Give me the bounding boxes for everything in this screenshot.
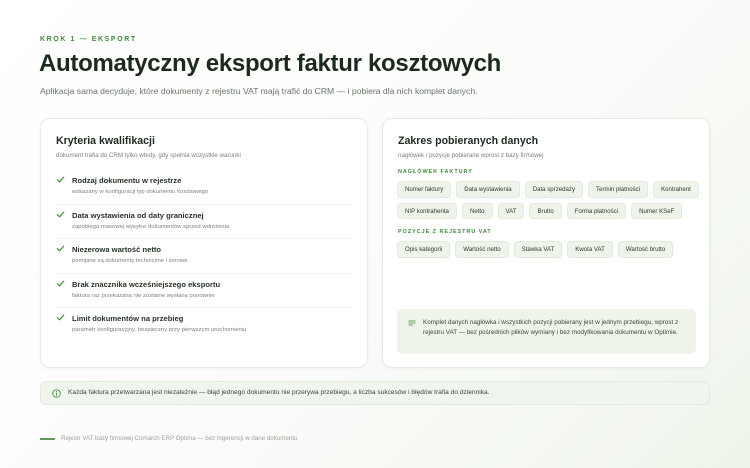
criteria-label: Data wystawienia od daty granicznej	[72, 210, 204, 220]
criteria-label: Rodzaj dokumentu w rejestrze	[72, 176, 182, 185]
field-chip: Numer faktury	[397, 181, 452, 198]
criteria-list: Rodzaj dokumentu w rejestrze wskazany w …	[56, 170, 353, 343]
criteria-item: Niezerowa wartość netto pomijane są doku…	[56, 239, 353, 274]
field-chip: Data wystawienia	[456, 181, 520, 198]
field-chip: Brutto	[529, 202, 562, 219]
data-scope-card-subtitle: nagłówek i pozycje pobierane wprost z ba…	[398, 152, 544, 159]
field-chip: Wartość brutto	[617, 241, 674, 258]
footer-text: Rejestr VAT bazy firmowej Comarch ERP Op…	[61, 435, 298, 442]
criteria-label: Niezerowa wartość netto	[72, 245, 162, 254]
field-chip: Numer KSeF	[631, 202, 683, 219]
criteria-item: Limit dokumentów na przebieg parametr ko…	[56, 308, 353, 343]
check-icon	[56, 314, 65, 321]
page-subtitle: Aplikacja sama decyduje, które dokumenty…	[40, 86, 478, 96]
criteria-desc: faktura raz przekazana nie zostanie wysł…	[72, 292, 215, 299]
field-chip: Netto	[461, 202, 493, 219]
footer-accent-line	[40, 438, 55, 440]
data-scope-card: Zakres pobieranych danych nagłówek i poz…	[382, 118, 710, 368]
criteria-card: Kryteria kwalifikacji dokument trafia do…	[40, 118, 368, 368]
info-note: Komplet danych nagłówka i wszystkich poz…	[397, 309, 696, 354]
field-chip: Stawka VAT	[513, 241, 563, 258]
check-icon	[56, 280, 65, 286]
criteria-label: Limit dokumentów na przebieg	[72, 314, 184, 323]
field-chip: Wartość netto	[455, 241, 509, 258]
field-chip: NIP kontrahenta	[397, 202, 457, 219]
text-lines-icon	[408, 320, 416, 326]
header-fields: Numer faktury Data wystawienia Data sprz…	[397, 181, 702, 219]
field-chip: Opis kategorii	[397, 241, 451, 258]
data-scope-card-title: Zakres pobieranych danych	[398, 135, 539, 147]
criteria-desc: wskazany w konfiguracji typ dokumentu ko…	[72, 189, 209, 195]
criteria-card-subtitle: dokument trafia do CRM tylko wtedy, gdy …	[56, 152, 241, 159]
criteria-desc: zapobiega masowej wysyłce dokumentów spr…	[72, 223, 230, 230]
field-chip: Forma płatności	[566, 202, 627, 219]
criteria-desc: pomijane są dokumenty techniczne i zerow…	[72, 258, 188, 264]
page-title: Automatyczny eksport faktur kosztowych	[39, 50, 502, 77]
info-banner: Każda faktura przetwarzana jest niezależ…	[40, 381, 710, 405]
step-label: KROK 1 — EKSPORT	[40, 36, 137, 43]
item-fields: Opis kategorii Wartość netto Stawka VAT …	[397, 241, 702, 258]
criteria-item: Rodzaj dokumentu w rejestrze wskazany w …	[56, 170, 353, 205]
field-chip: Data sprzedaży	[524, 181, 584, 198]
check-icon	[56, 176, 65, 183]
check-icon	[56, 245, 65, 252]
criteria-card-title: Kryteria kwalifikacji	[56, 135, 155, 147]
field-chip: Kontrahent	[653, 181, 699, 198]
info-icon	[52, 389, 61, 398]
criteria-item: Data wystawienia od daty granicznej zapo…	[56, 205, 353, 239]
check-icon	[56, 211, 65, 217]
field-chip: Kwota VAT	[567, 241, 613, 258]
criteria-desc: parametr konfiguracyjny, bezpieczny przy…	[72, 327, 247, 333]
field-chip: VAT	[497, 202, 525, 219]
criteria-item: Brak znacznika wcześniejszego eksportu f…	[56, 274, 353, 308]
criteria-label: Brak znacznika wcześniejszego eksportu	[72, 279, 221, 289]
field-chip: Termin płatności	[588, 181, 649, 198]
header-section-label: NAGŁÓWEK FAKTURY	[398, 169, 473, 175]
info-banner-text: Każda faktura przetwarzana jest niezależ…	[68, 389, 490, 396]
info-note-text: Komplet danych nagłówka i wszystkich poz…	[423, 319, 679, 336]
items-section-label: POZYCJE Z REJESTRU VAT	[398, 229, 492, 235]
